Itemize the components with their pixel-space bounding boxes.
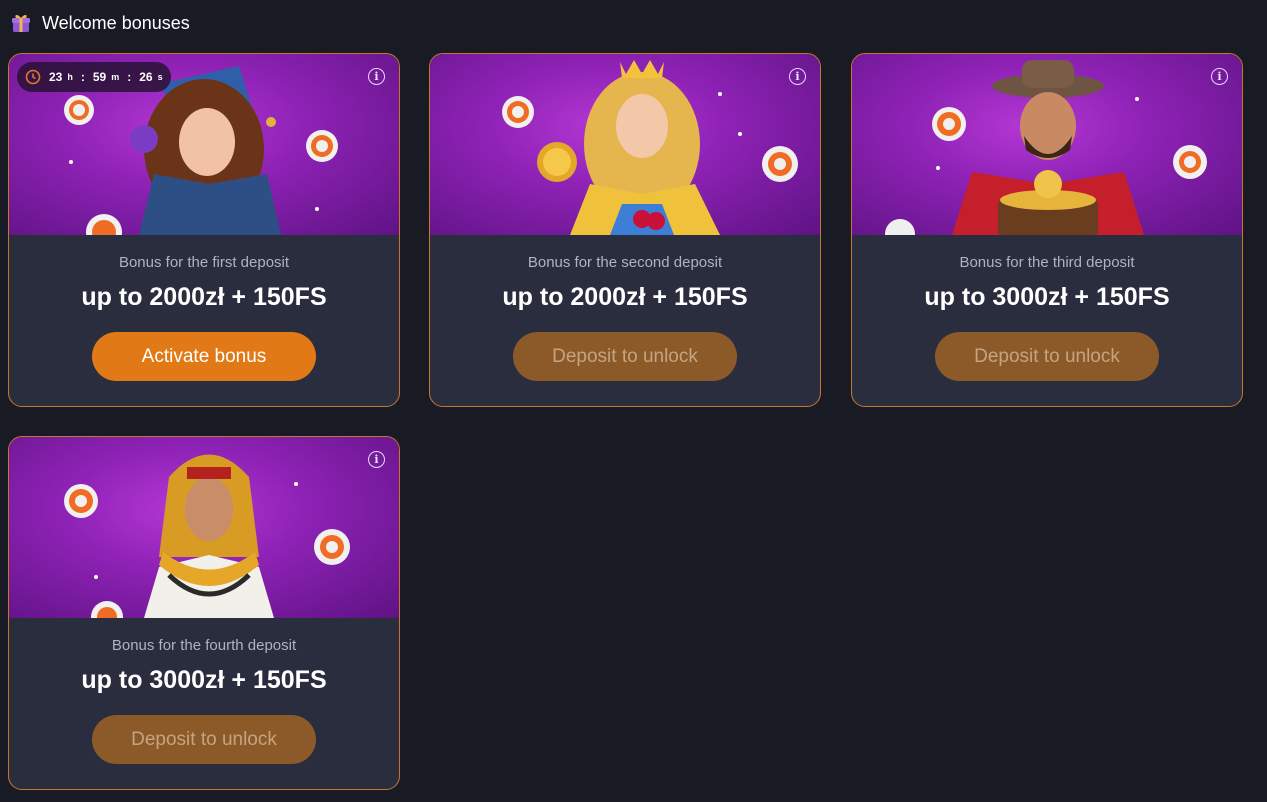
deposit-to-unlock-button[interactable]: Deposit to unlock xyxy=(92,715,316,764)
bonus-image: i xyxy=(430,54,820,235)
clock-icon xyxy=(25,69,41,85)
timer-hours: 23 xyxy=(49,70,63,84)
bonus-subtitle: Bonus for the fourth deposit xyxy=(111,637,297,654)
timer-minutes-unit: m xyxy=(111,72,120,82)
timer-separator: : xyxy=(127,70,132,84)
info-icon[interactable]: i xyxy=(789,68,806,85)
egyptian-queen-illustration xyxy=(64,454,350,618)
queen-with-coin-illustration xyxy=(502,60,798,235)
bonus-image: 23 h : 59 m : 26 s i xyxy=(9,54,399,235)
timer-seconds: 26 xyxy=(139,70,153,84)
cowboy-with-treasure-illustration xyxy=(885,60,1207,235)
bonus-card-fourth: i Bonus for the fourth deposit up to 300… xyxy=(8,436,400,790)
section-header: Welcome bonuses xyxy=(10,10,190,36)
bonus-image: i xyxy=(9,437,399,618)
info-icon[interactable]: i xyxy=(368,68,385,85)
bonus-amount: up to 3000zł + 150FS xyxy=(924,283,1170,311)
info-icon[interactable]: i xyxy=(1211,68,1228,85)
bonus-amount: up to 2000zł + 150FS xyxy=(502,283,748,311)
bonus-subtitle: Bonus for the second deposit xyxy=(527,254,723,271)
timer-seconds-unit: s xyxy=(157,72,163,82)
bonus-subtitle: Bonus for the first deposit xyxy=(118,254,290,271)
deposit-to-unlock-button[interactable]: Deposit to unlock xyxy=(935,332,1159,381)
bonus-amount: up to 3000zł + 150FS xyxy=(81,666,327,694)
bonus-card-first: 23 h : 59 m : 26 s i Bonus for the first de… xyxy=(8,53,400,407)
timer-separator: : xyxy=(80,70,85,84)
section-title: Welcome bonuses xyxy=(42,12,190,33)
bonus-timer: 23 h : 59 m : 26 s xyxy=(17,62,171,92)
timer-minutes: 59 xyxy=(92,70,107,84)
deposit-to-unlock-button[interactable]: Deposit to unlock xyxy=(513,332,737,381)
info-icon[interactable]: i xyxy=(368,451,385,468)
bonus-card-second: i Bonus for the second deposit up to 200… xyxy=(429,53,821,407)
activate-bonus-button[interactable]: Activate bonus xyxy=(92,332,316,381)
bonus-image: i xyxy=(852,54,1242,235)
timer-hours-unit: h xyxy=(67,72,73,82)
bonus-amount: up to 2000zł + 150FS xyxy=(81,283,327,311)
bonus-subtitle: Bonus for the third deposit xyxy=(959,254,1135,271)
gift-icon xyxy=(12,14,30,32)
bonus-card-third: i Bonus for the third deposit up to 3000… xyxy=(851,53,1243,407)
